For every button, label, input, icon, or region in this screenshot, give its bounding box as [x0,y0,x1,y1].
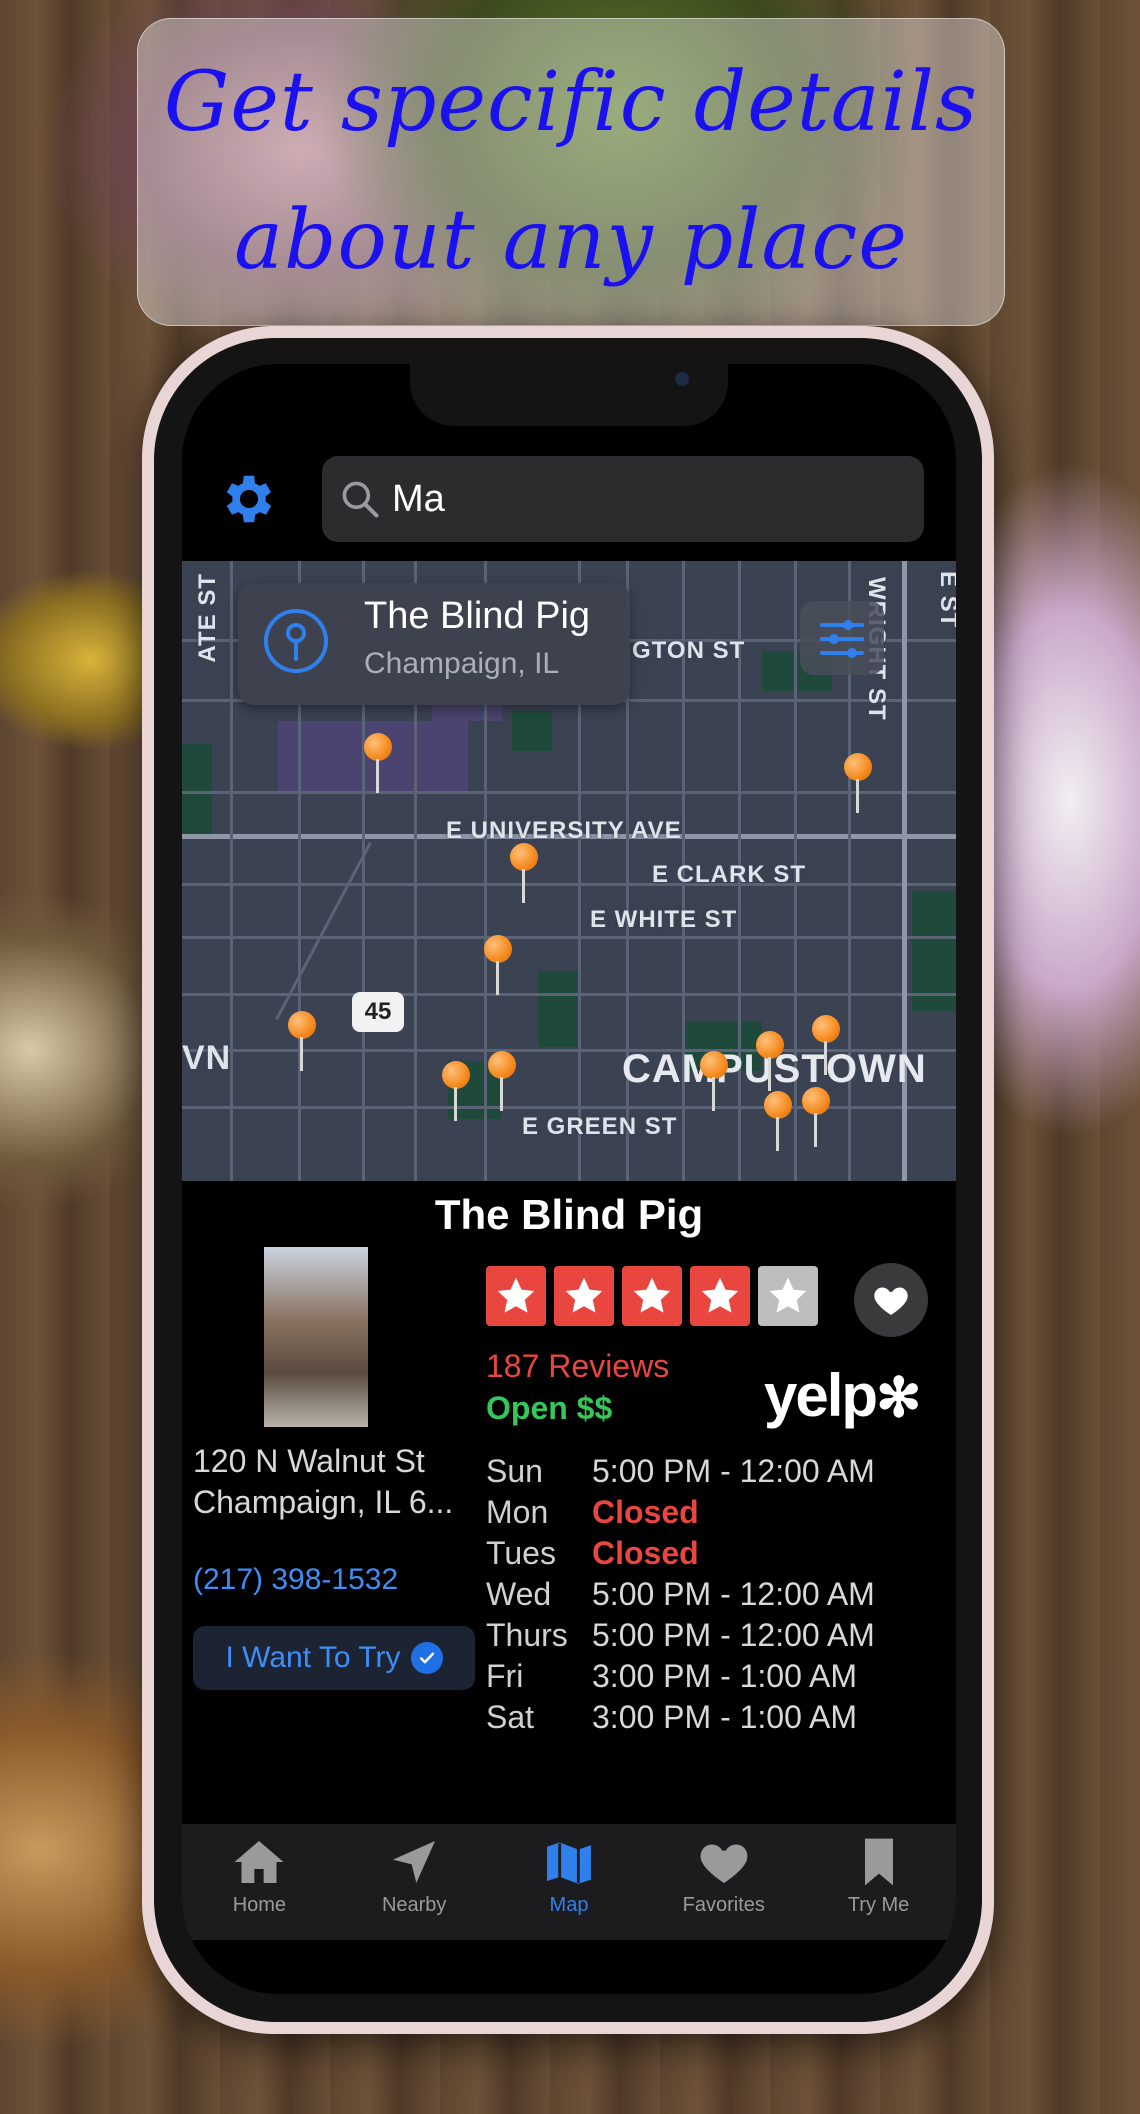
banner-line-1: Get specific details [163,55,979,150]
map-pin[interactable] [700,1051,728,1111]
star-icon [622,1266,682,1326]
street-label-ate: ATE ST [194,573,221,663]
tab-map[interactable]: Map [499,1824,639,1940]
map-pin[interactable] [812,1015,840,1075]
address-line-2[interactable]: Champaign, IL 6... [193,1484,453,1521]
star-rating [486,1266,818,1326]
tab-favorites[interactable]: Favorites [654,1824,794,1940]
map-view[interactable]: E UNIVERSITY AVE E CLARK ST E WHITE ST E… [182,561,956,1181]
map-pin[interactable] [764,1091,792,1151]
app-screen: Ma E UNIVERSITY AVE E CLARK ST E WHITE S… [182,364,956,1994]
location-pin-icon [264,609,328,673]
street-label-vn: VN [182,1039,232,1077]
hours-row: Thurs 5:00 PM - 12:00 AM [486,1617,875,1653]
hours-row: Wed 5:00 PM - 12:00 AM [486,1576,875,1612]
phone-notch [410,364,728,426]
search-bar[interactable]: Ma [322,456,924,542]
street-label-university: E UNIVERSITY AVE [446,817,682,844]
hours-row: Tues Closed [486,1535,699,1571]
hours-row: Sun 5:00 PM - 12:00 AM [486,1453,875,1489]
map-pin[interactable] [844,753,872,813]
hours-row: Mon Closed [486,1494,699,1530]
heart-icon [700,1844,748,1883]
want-to-try-button[interactable]: I Want To Try [193,1626,475,1690]
checkmark-icon [410,1642,443,1674]
open-status: Open $$ [486,1390,613,1426]
hours-row: Sat 3:00 PM - 1:00 AM [486,1699,858,1735]
want-to-try-label: I Want To Try [225,1641,401,1674]
gear-icon[interactable] [218,468,280,530]
tab-bar: Home Nearby Map Favorites Try Me [182,1824,956,1940]
magnifier-icon [342,481,379,518]
map-pin[interactable] [488,1051,516,1111]
street-label-gton: GTON ST [632,637,746,664]
address-line-1: 120 N Walnut St [193,1443,425,1479]
map-filter-button[interactable] [800,601,884,675]
search-input[interactable]: Ma [392,478,445,521]
place-photo[interactable] [264,1247,368,1427]
house-icon [234,1841,284,1883]
sliders-icon [820,620,864,658]
opening-hours: Sun 5:00 PM - 12:00 AM Mon Closed Tues Clos… [486,1451,875,1738]
place-detail-panel: The Blind Pig 187 Reviews Open $$ yelp✻ … [182,1181,956,1821]
star-icon [690,1266,750,1326]
bookmark-icon [864,1838,893,1886]
map-pin[interactable] [442,1061,470,1121]
promo-banner: Get specific details about any place [137,18,1005,326]
review-count[interactable]: 187 Reviews [486,1348,669,1385]
banner-line-2: about any place [234,193,908,288]
place-name: The Blind Pig [434,1191,704,1238]
map-icon [544,1839,594,1887]
favorite-button[interactable] [854,1263,928,1337]
heart-icon [874,1287,908,1315]
street-label-clark: E CLARK ST [652,861,806,888]
hours-row: Fri 3:00 PM - 1:00 AM [486,1658,858,1694]
yelp-logo[interactable]: yelp✻ [764,1361,921,1430]
star-icon [486,1266,546,1326]
star-icon [758,1266,818,1326]
star-icon [554,1266,614,1326]
location-arrow-icon [393,1841,436,1883]
street-label-e-st: E ST [935,571,956,629]
banner-headline: Get specific details about any place [164,34,978,310]
phone-link[interactable]: (217) 398-1532 [193,1563,398,1597]
callout-subtitle: Champaign, IL [364,647,560,680]
callout-title: The Blind Pig [364,595,591,637]
map-pin[interactable] [364,733,392,793]
street-label-green: E GREEN ST [522,1113,678,1140]
map-callout[interactable]: The Blind Pig Champaign, IL [238,583,630,705]
map-pin[interactable] [510,843,538,903]
map-pin[interactable] [288,1011,316,1071]
tab-home[interactable]: Home [189,1824,329,1940]
map-pin[interactable] [756,1031,784,1091]
street-label-white: E WHITE ST [590,906,738,933]
map-pin[interactable] [802,1087,830,1147]
map-pin[interactable] [484,935,512,995]
tab-nearby[interactable]: Nearby [344,1824,484,1940]
route-shield: 45 [352,992,404,1032]
tab-try-me[interactable]: Try Me [809,1824,949,1940]
